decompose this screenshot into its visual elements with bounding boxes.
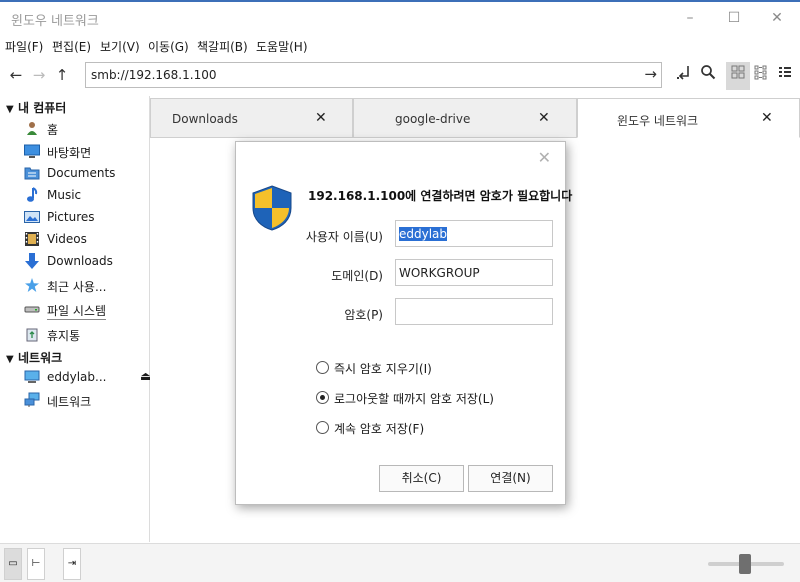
tab-windows-network[interactable]: 윈도우 네트워크 ✕: [577, 98, 800, 138]
connect-button[interactable]: 연결(N): [468, 465, 553, 492]
expand-triangle-icon[interactable]: ▼: [6, 354, 18, 365]
videos-icon: [24, 231, 40, 247]
desktop-icon: [24, 143, 40, 159]
up-button[interactable]: ↑: [51, 63, 73, 87]
close-tab-icon[interactable]: ✕: [538, 110, 550, 126]
recent-icon: [24, 277, 40, 293]
go-button[interactable]: →: [644, 65, 657, 83]
menu-bar: 파일(F) 편집(E) 보기(V) 이동(G) 책갈피(B) 도움말(H): [0, 34, 800, 56]
back-button[interactable]: ←: [5, 63, 27, 87]
sidebar-item-trash[interactable]: 휴지통: [24, 324, 148, 344]
address-bar[interactable]: smb://192.168.1.100 →: [85, 62, 662, 88]
documents-icon: [24, 165, 40, 181]
sidebar-item-home[interactable]: 홈: [24, 118, 148, 138]
menu-bookmarks[interactable]: 책갈피(B): [197, 38, 248, 55]
search-icon[interactable]: [696, 62, 720, 90]
password-label: 암호(P): [344, 308, 383, 322]
tab-google-drive[interactable]: google-drive ✕: [353, 98, 577, 138]
maximize-button[interactable]: ☐: [723, 8, 745, 28]
radio-button[interactable]: [316, 421, 329, 434]
pictures-icon: [24, 209, 40, 225]
sidebar-item-desktop[interactable]: 바탕화면: [24, 141, 148, 161]
minimize-button[interactable]: –: [679, 8, 701, 28]
title-bar: 윈도우 네트워크 – ☐ ✕: [0, 0, 800, 34]
sidebar-section-network[interactable]: ▼ 네트워크: [6, 349, 62, 366]
expand-triangle-icon[interactable]: ▼: [6, 104, 18, 115]
username-label: 사용자 이름(U): [305, 230, 383, 244]
sidebar-item-documents[interactable]: Documents: [24, 163, 148, 183]
window-title: 윈도우 네트워크: [11, 14, 99, 29]
network-drive-icon: [24, 369, 40, 385]
toolbar: ← → ↑ smb://192.168.1.100 →: [0, 58, 800, 94]
dialog-message: 192.168.1.100에 연결하려면 암호가 필요합니다: [308, 189, 573, 203]
tab-bar: Downloads ✕ google-drive ✕ 윈도우 네트워크 ✕: [150, 98, 800, 138]
network-icon: [24, 392, 40, 408]
address-input[interactable]: smb://192.168.1.100: [91, 68, 216, 82]
places-panel-icon[interactable]: ▭: [4, 548, 22, 580]
sidebar: ▼내 컴퓨터 홈 바탕화면 Documents Music Pictures: [0, 96, 151, 542]
zoom-slider-thumb[interactable]: [739, 554, 751, 574]
status-bar: ▭ ⊢ ⇥: [0, 543, 800, 582]
radio-button-selected[interactable]: [316, 391, 329, 404]
menu-edit[interactable]: 편집(E): [52, 38, 91, 55]
dialog-close-button[interactable]: ✕: [538, 148, 551, 167]
downloads-icon: [24, 253, 40, 269]
sidebar-item-videos[interactable]: Videos: [24, 229, 148, 249]
zoom-slider[interactable]: [708, 554, 784, 574]
sidebar-item-pictures[interactable]: Pictures: [24, 207, 148, 227]
cancel-button[interactable]: 취소(C): [379, 465, 464, 492]
toggle-location-icon[interactable]: [672, 62, 696, 90]
close-tab-icon[interactable]: ✕: [315, 110, 327, 126]
menu-go[interactable]: 이동(G): [148, 38, 189, 55]
radio-button[interactable]: [316, 361, 329, 374]
domain-label: 도메인(D): [331, 269, 383, 283]
close-tab-icon[interactable]: ✕: [761, 110, 773, 126]
home-icon: [24, 120, 40, 136]
tree-panel-icon[interactable]: ⊢: [27, 548, 45, 580]
menu-file[interactable]: 파일(F): [5, 38, 43, 55]
sidebar-item-network[interactable]: 네트워크: [24, 390, 148, 410]
menu-view[interactable]: 보기(V): [100, 38, 140, 55]
filesystem-icon: [24, 301, 40, 317]
auth-dialog: ✕ 192.168.1.100에 연결하려면 암호가 필요합니다 사용자 이름(…: [235, 141, 572, 505]
tab-downloads[interactable]: Downloads ✕: [150, 98, 353, 138]
username-field[interactable]: eddylab: [395, 220, 553, 247]
sidebar-item-filesystem[interactable]: 파일 시스템: [24, 299, 148, 320]
close-window-button[interactable]: ✕: [766, 8, 788, 28]
forward-button[interactable]: →: [28, 63, 50, 87]
shield-icon: [250, 184, 294, 232]
icon-view-icon[interactable]: [726, 62, 750, 90]
sidebar-item-network-drive[interactable]: eddylab... ⏏: [24, 367, 151, 387]
sidebar-item-downloads[interactable]: Downloads: [24, 251, 148, 271]
sidebar-section-computer[interactable]: ▼ 내 컴퓨터: [6, 99, 66, 116]
trash-icon: [24, 326, 40, 342]
music-icon: [24, 187, 40, 203]
sidebar-item-music[interactable]: Music: [24, 185, 148, 205]
sidebar-item-recent[interactable]: 최근 사용...: [24, 275, 148, 295]
list-view-icon[interactable]: [773, 62, 797, 90]
menu-help[interactable]: 도움말(H): [256, 38, 308, 55]
password-field[interactable]: [395, 298, 553, 325]
domain-field[interactable]: WORKGROUP: [395, 259, 553, 286]
compact-view-icon[interactable]: [750, 62, 774, 90]
hide-sidebar-icon[interactable]: ⇥: [63, 548, 81, 580]
